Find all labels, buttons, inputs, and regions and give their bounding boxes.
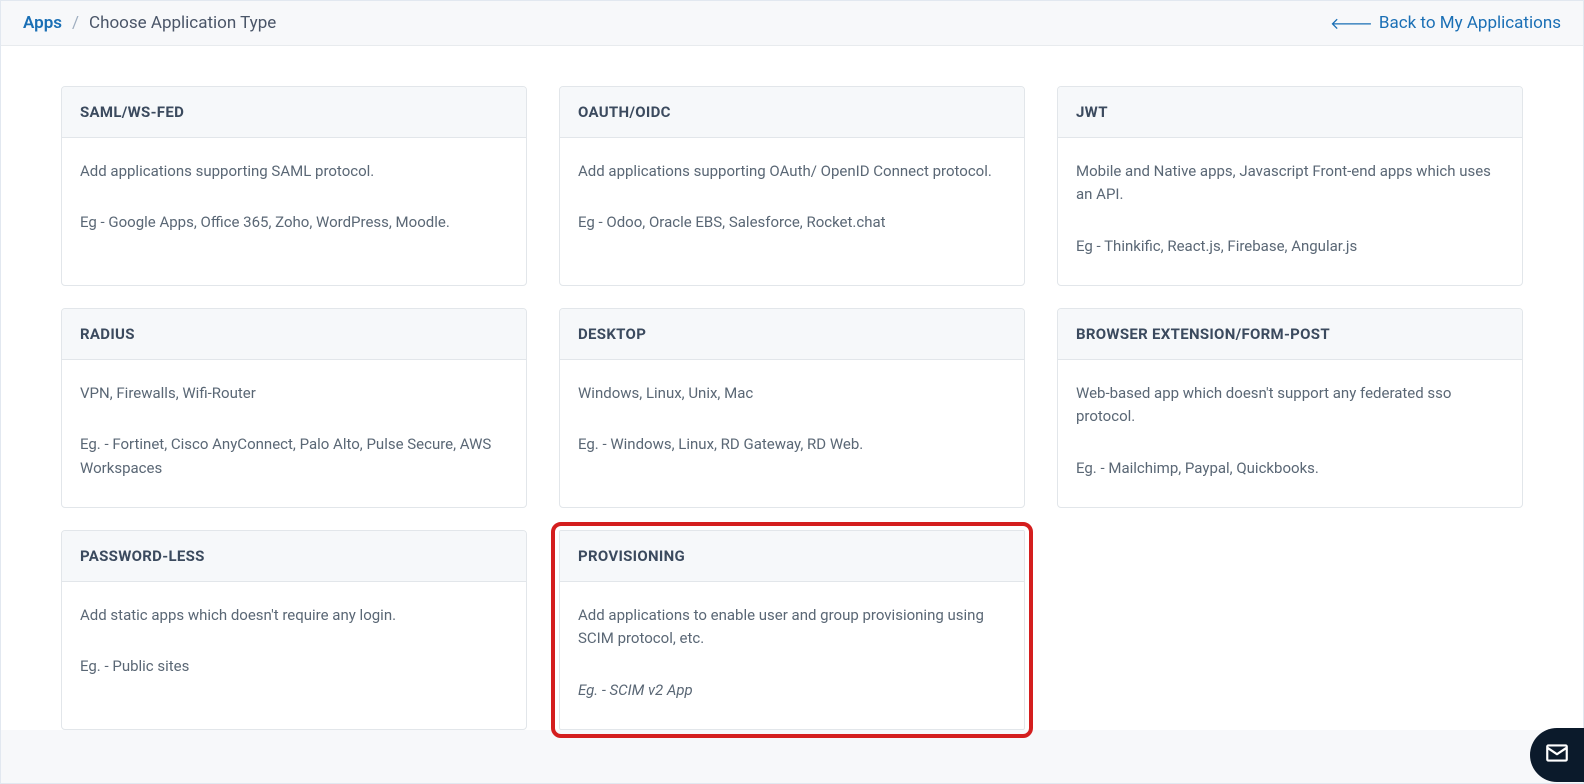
card-example: Eg. - Public sites (80, 655, 508, 678)
card-description: Web-based app which doesn't support any … (1076, 382, 1504, 429)
content-area: SAML/WS-FED Add applications supporting … (1, 46, 1583, 730)
card-description: Mobile and Native apps, Javascript Front… (1076, 160, 1504, 207)
card-example: Eg. - Mailchimp, Paypal, Quickbooks. (1076, 457, 1504, 480)
breadcrumb-separator: / (72, 13, 79, 33)
card-saml-wsfed[interactable]: SAML/WS-FED Add applications supporting … (61, 86, 527, 286)
card-example: Eg - Google Apps, Office 365, Zoho, Word… (80, 211, 508, 234)
breadcrumb-root-link[interactable]: Apps (23, 13, 62, 33)
card-body: Add applications supporting OAuth/ OpenI… (560, 138, 1024, 261)
card-body: VPN, Firewalls, Wifi-Router Eg. - Fortin… (62, 360, 526, 506)
card-example: Eg. - SCIM v2 App (578, 679, 1006, 702)
card-title: BROWSER EXTENSION/FORM-POST (1058, 309, 1522, 360)
app-type-grid: SAML/WS-FED Add applications supporting … (1, 86, 1583, 730)
chat-fab[interactable] (1530, 728, 1584, 782)
card-body: Windows, Linux, Unix, Mac Eg. - Windows,… (560, 360, 1024, 483)
card-example: Eg. - Fortinet, Cisco AnyConnect, Palo A… (80, 433, 508, 480)
card-desktop[interactable]: DESKTOP Windows, Linux, Unix, Mac Eg. - … (559, 308, 1025, 508)
card-title: PASSWORD-LESS (62, 531, 526, 582)
card-jwt[interactable]: JWT Mobile and Native apps, Javascript F… (1057, 86, 1523, 286)
card-body: Mobile and Native apps, Javascript Front… (1058, 138, 1522, 284)
card-description: VPN, Firewalls, Wifi-Router (80, 382, 508, 405)
card-title: PROVISIONING (560, 531, 1024, 582)
card-title: SAML/WS-FED (62, 87, 526, 138)
breadcrumb-current: Choose Application Type (89, 13, 276, 33)
back-link-label: Back to My Applications (1379, 13, 1561, 33)
card-password-less[interactable]: PASSWORD-LESS Add static apps which does… (61, 530, 527, 730)
card-example: Eg - Odoo, Oracle EBS, Salesforce, Rocke… (578, 211, 1006, 234)
card-body: Add applications supporting SAML protoco… (62, 138, 526, 261)
card-provisioning[interactable]: PROVISIONING Add applications to enable … (559, 530, 1025, 730)
card-title: DESKTOP (560, 309, 1024, 360)
card-oauth-oidc[interactable]: OAUTH/OIDC Add applications supporting O… (559, 86, 1025, 286)
card-radius[interactable]: RADIUS VPN, Firewalls, Wifi-Router Eg. -… (61, 308, 527, 508)
card-description: Add applications supporting OAuth/ OpenI… (578, 160, 1006, 183)
card-description: Windows, Linux, Unix, Mac (578, 382, 1006, 405)
back-to-applications-link[interactable]: 🡐 Back to My Applications (1330, 13, 1561, 33)
card-example: Eg. - Windows, Linux, RD Gateway, RD Web… (578, 433, 1006, 456)
card-body: Add static apps which doesn't require an… (62, 582, 526, 705)
card-description: Add applications to enable user and grou… (578, 604, 1006, 651)
breadcrumb: Apps / Choose Application Type (23, 13, 276, 33)
card-body: Add applications to enable user and grou… (560, 582, 1024, 728)
card-title: RADIUS (62, 309, 526, 360)
card-title: OAUTH/OIDC (560, 87, 1024, 138)
card-body: Web-based app which doesn't support any … (1058, 360, 1522, 506)
card-description: Add applications supporting SAML protoco… (80, 160, 508, 183)
mail-icon (1544, 740, 1570, 770)
card-title: JWT (1058, 87, 1522, 138)
card-description: Add static apps which doesn't require an… (80, 604, 508, 627)
card-example: Eg - Thinkific, React.js, Firebase, Angu… (1076, 235, 1504, 258)
top-bar: Apps / Choose Application Type 🡐 Back to… (1, 1, 1583, 46)
arrow-left-icon: 🡐 (1330, 13, 1373, 33)
card-browser-extension[interactable]: BROWSER EXTENSION/FORM-POST Web-based ap… (1057, 308, 1523, 508)
